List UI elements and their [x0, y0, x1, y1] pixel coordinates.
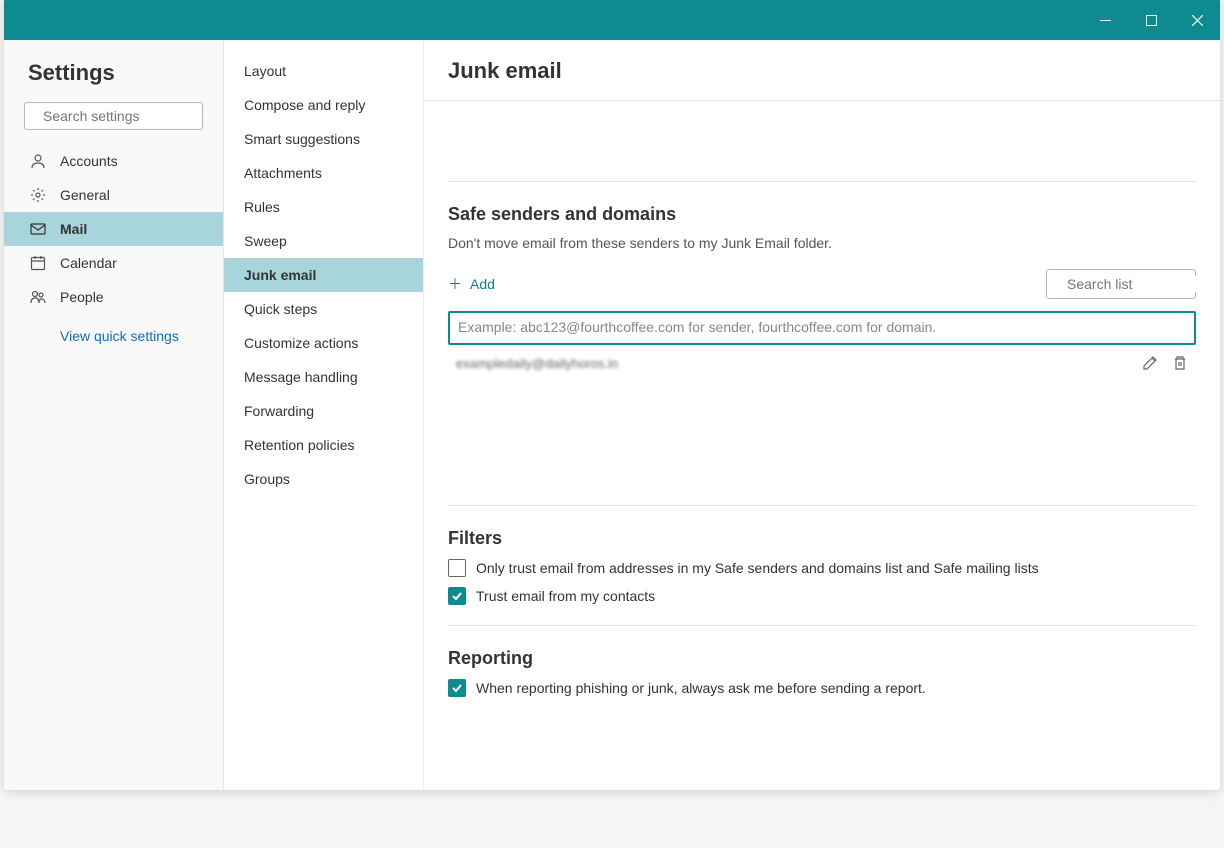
- subnav-groups[interactable]: Groups: [224, 462, 423, 496]
- safe-senders-section: Safe senders and domains Don't move emai…: [448, 181, 1196, 485]
- safe-sender-row: exampledaily@dailyhoros.in: [448, 351, 1196, 375]
- safe-sender-input[interactable]: [458, 319, 1186, 335]
- search-safe-list[interactable]: [1046, 269, 1196, 299]
- safe-sender-email: exampledaily@dailyhoros.in: [456, 356, 618, 371]
- plus-icon: ＋: [448, 274, 462, 294]
- nav-calendar[interactable]: Calendar: [4, 246, 223, 280]
- page-title: Junk email: [424, 40, 1220, 101]
- subnav-quick-steps[interactable]: Quick steps: [224, 292, 423, 326]
- trust-contacts-label: Trust email from my contacts: [476, 588, 655, 604]
- search-settings-input[interactable]: [43, 108, 224, 124]
- subnav-attachments[interactable]: Attachments: [224, 156, 423, 190]
- subnav-customize-actions[interactable]: Customize actions: [224, 326, 423, 360]
- subnav-junk-email[interactable]: Junk email: [224, 258, 423, 292]
- safe-senders-title: Safe senders and domains: [448, 204, 1196, 225]
- settings-title: Settings: [4, 60, 223, 102]
- trust-contacts-checkbox[interactable]: [448, 587, 466, 605]
- subnav-rules[interactable]: Rules: [224, 190, 423, 224]
- delete-sender-button[interactable]: [1172, 355, 1188, 371]
- filters-title: Filters: [448, 528, 1196, 549]
- edit-sender-button[interactable]: [1142, 355, 1158, 371]
- subnav-layout[interactable]: Layout: [224, 54, 423, 88]
- minimize-button[interactable]: [1082, 0, 1128, 40]
- mail-subnav: Layout Compose and reply Smart suggestio…: [224, 40, 424, 790]
- person-icon: [28, 153, 48, 169]
- search-settings[interactable]: [24, 102, 203, 130]
- close-button[interactable]: [1174, 0, 1220, 40]
- only-trust-checkbox[interactable]: [448, 559, 466, 577]
- subnav-forwarding[interactable]: Forwarding: [224, 394, 423, 428]
- calendar-icon: [28, 255, 48, 271]
- filters-section: Filters Only trust email from addresses …: [448, 505, 1196, 605]
- nav-label: Accounts: [60, 153, 118, 169]
- nav-mail[interactable]: Mail: [4, 212, 223, 246]
- content-panel: Junk email Safe senders and domains Don'…: [424, 40, 1220, 790]
- view-quick-settings-link[interactable]: View quick settings: [4, 314, 223, 344]
- safe-sender-input-wrap[interactable]: [448, 311, 1196, 345]
- nav-general[interactable]: General: [4, 178, 223, 212]
- people-icon: [28, 289, 48, 305]
- reporting-section: Reporting When reporting phishing or jun…: [448, 625, 1196, 697]
- add-safe-sender-button[interactable]: ＋ Add: [448, 274, 495, 294]
- nav-label: General: [60, 187, 110, 203]
- only-trust-checkbox-row[interactable]: Only trust email from addresses in my Sa…: [448, 559, 1196, 577]
- reporting-ask-label: When reporting phishing or junk, always …: [476, 680, 926, 696]
- reporting-title: Reporting: [448, 648, 1196, 669]
- subnav-smart-suggestions[interactable]: Smart suggestions: [224, 122, 423, 156]
- check-icon: [451, 682, 463, 694]
- gear-icon: [28, 187, 48, 203]
- nav-accounts[interactable]: Accounts: [4, 144, 223, 178]
- trust-contacts-checkbox-row[interactable]: Trust email from my contacts: [448, 587, 1196, 605]
- add-label: Add: [470, 276, 495, 292]
- subnav-sweep[interactable]: Sweep: [224, 224, 423, 258]
- safe-senders-desc: Don't move email from these senders to m…: [448, 235, 1196, 251]
- pencil-icon: [1142, 355, 1158, 371]
- reporting-ask-checkbox[interactable]: [448, 679, 466, 697]
- subnav-compose-reply[interactable]: Compose and reply: [224, 88, 423, 122]
- subnav-retention-policies[interactable]: Retention policies: [224, 428, 423, 462]
- mail-icon: [28, 221, 48, 237]
- nav-label: Mail: [60, 221, 87, 237]
- titlebar: [4, 0, 1220, 40]
- only-trust-label: Only trust email from addresses in my Sa…: [476, 560, 1039, 576]
- maximize-button[interactable]: [1128, 0, 1174, 40]
- nav-label: Calendar: [60, 255, 117, 271]
- search-safe-list-input[interactable]: [1067, 276, 1220, 292]
- subnav-message-handling[interactable]: Message handling: [224, 360, 423, 394]
- settings-sidebar: Settings Accounts General: [4, 40, 224, 790]
- check-icon: [451, 590, 463, 602]
- nav-label: People: [60, 289, 104, 305]
- reporting-ask-checkbox-row[interactable]: When reporting phishing or junk, always …: [448, 679, 1196, 697]
- nav-people[interactable]: People: [4, 280, 223, 314]
- trash-icon: [1172, 355, 1188, 371]
